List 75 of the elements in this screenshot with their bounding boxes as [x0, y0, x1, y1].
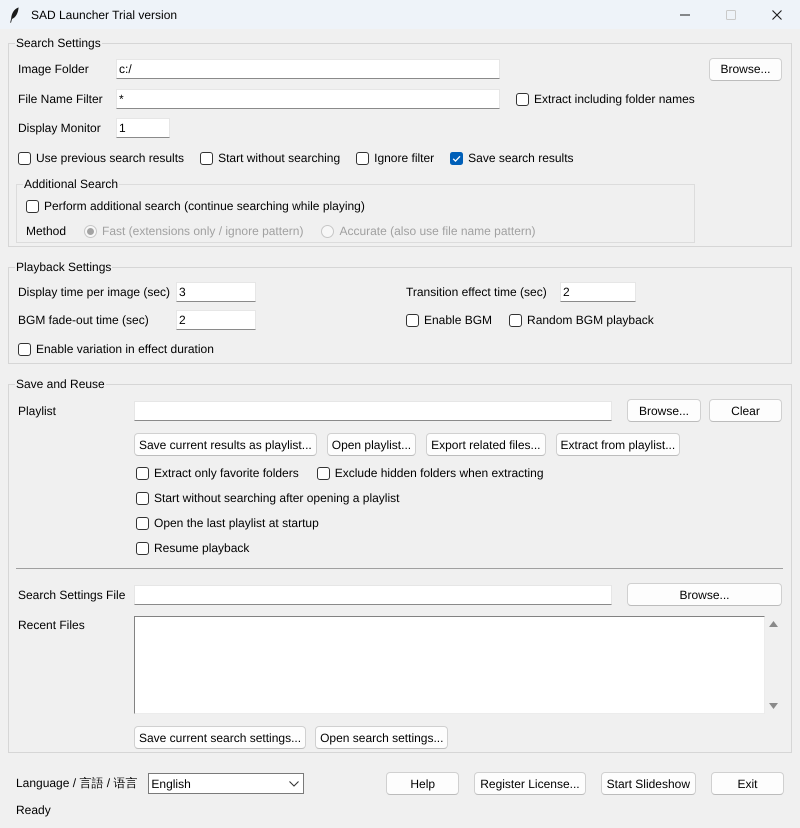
checkbox-label: Save search results — [468, 151, 574, 165]
checkbox[interactable] — [136, 492, 149, 504]
checkbox[interactable] — [516, 92, 529, 106]
status-text: Ready — [16, 803, 52, 817]
field-label: File Name Filter — [18, 92, 104, 106]
checkbox-label: Random BGM playback — [527, 313, 654, 327]
open-settings-button[interactable]: Open search settings... — [315, 726, 448, 749]
clear-button[interactable]: Clear — [709, 399, 782, 422]
checkbox-label: Enable BGM — [424, 313, 492, 327]
checkbox[interactable] — [450, 152, 464, 164]
start-slideshow-button[interactable]: Start Slideshow — [600, 772, 696, 795]
close-icon — [772, 10, 782, 20]
checkbox[interactable] — [356, 152, 370, 164]
checkbox[interactable] — [18, 342, 31, 356]
checkbox-label: Exclude hidden folders when extracting — [334, 466, 544, 480]
checkbox-label: Open the last playlist at startup — [154, 516, 319, 530]
transition-time-field[interactable]: 2 — [560, 282, 636, 302]
checkbox-label: Extract including folder names — [534, 92, 695, 106]
export-files-button[interactable]: Export related files... — [426, 433, 546, 456]
chevron-down-icon — [289, 780, 300, 786]
field-label: Image Folder — [18, 62, 90, 76]
exit-button[interactable]: Exit — [711, 772, 784, 795]
monitor-field[interactable]: 1 — [116, 118, 170, 138]
save-playlist-button[interactable]: Save current results as playlist... — [134, 433, 317, 456]
checkbox[interactable] — [26, 200, 39, 212]
checkbox[interactable] — [316, 466, 330, 480]
register-license-button[interactable]: Register License... — [474, 772, 586, 795]
group-title: Additional Search — [23, 177, 120, 191]
window-title: SAD Launcher Trial version — [31, 8, 178, 22]
radio-label: Accurate (also use file name pattern) — [339, 224, 536, 238]
browse-button[interactable]: Browse... — [627, 399, 701, 422]
save-settings-button[interactable]: Save current search settings... — [134, 726, 306, 749]
language-dropdown[interactable]: English — [148, 773, 304, 794]
checkbox-label: Enable variation in effect duration — [36, 342, 214, 356]
field-label: Transition effect time (sec) — [406, 285, 548, 299]
extract-playlist-button[interactable]: Extract from playlist... — [556, 433, 680, 456]
checkbox-label: Start without searching after opening a playlist — [154, 491, 400, 505]
scroll-down-icon[interactable] — [769, 703, 778, 709]
settings-file-field[interactable] — [134, 584, 612, 604]
playlist-field[interactable] — [134, 400, 612, 420]
fade-out-field[interactable]: 2 — [176, 310, 256, 330]
checkbox-label: Resume playback — [154, 541, 250, 555]
checkbox[interactable] — [509, 314, 522, 326]
checkbox[interactable] — [406, 314, 419, 326]
field-label: Search Settings File — [18, 588, 126, 602]
field-label: BGM fade-out time (sec) — [18, 313, 150, 327]
field-label: Recent Files — [18, 617, 86, 632]
checkbox-label: Extract only favorite folders — [154, 466, 299, 480]
checkbox[interactable] — [136, 466, 149, 480]
language-label: Language / 言語 / 语言 — [16, 775, 138, 792]
checkbox[interactable] — [136, 516, 149, 530]
checkbox[interactable] — [18, 152, 31, 164]
group-title: Save and Reuse — [15, 377, 106, 391]
radio-label: Fast (extensions only / ignore pattern) — [102, 224, 304, 238]
group-title: Playback Settings — [15, 260, 112, 274]
file-filter-field[interactable]: * — [116, 89, 500, 109]
display-time-field[interactable]: 3 — [176, 282, 256, 302]
checkbox[interactable] — [200, 152, 214, 164]
checkbox[interactable] — [136, 542, 149, 554]
feather-icon — [9, 6, 19, 22]
field-label: Method — [26, 224, 68, 238]
browse-button[interactable]: Browse... — [627, 583, 782, 606]
image-folder-field[interactable]: c:/ — [116, 59, 500, 79]
checkbox-label: Perform additional search (continue searching while playing) — [44, 199, 365, 213]
scroll-up-icon[interactable] — [769, 621, 778, 627]
browse-button[interactable]: Browse... — [709, 58, 782, 80]
group-title: Search Settings — [15, 36, 102, 50]
help-button[interactable]: Help — [386, 772, 460, 795]
field-label: Display Monitor — [18, 121, 102, 135]
field-label: Playlist — [18, 404, 58, 418]
checkbox-label: Use previous search results — [36, 151, 184, 165]
open-playlist-button[interactable]: Open playlist... — [326, 433, 416, 456]
checkbox-label: Start without searching — [218, 151, 340, 165]
checkbox-label: Ignore filter — [374, 151, 434, 165]
field-label: Display time per image (sec) — [18, 285, 172, 299]
